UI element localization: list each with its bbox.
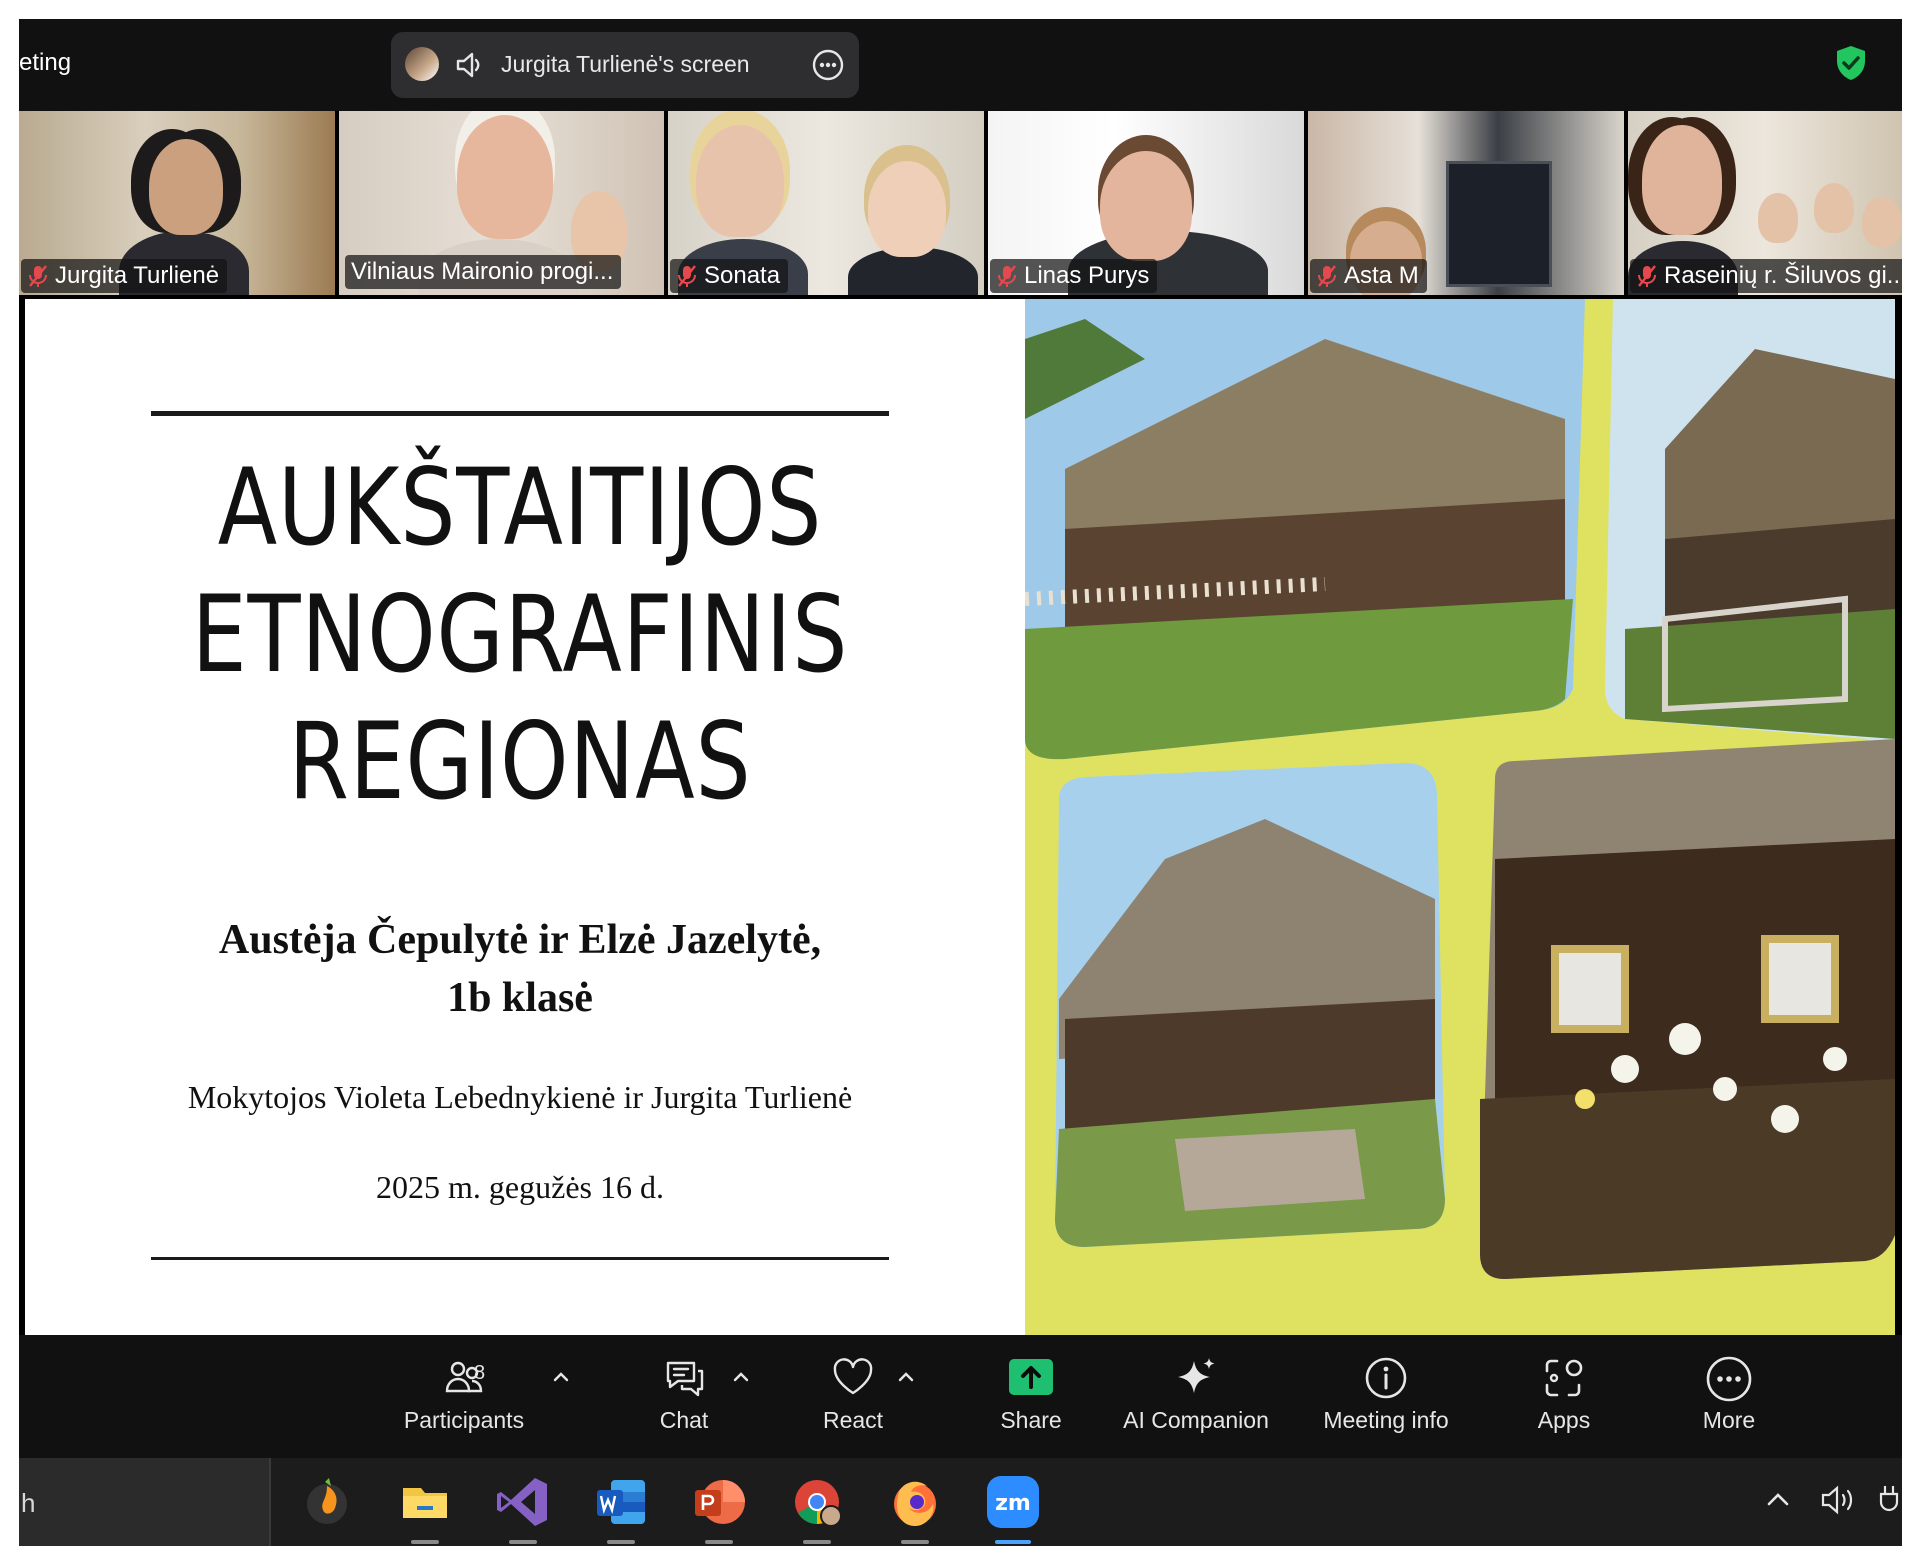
power-plug-icon[interactable] xyxy=(1877,1484,1902,1516)
taskbar-search-text: h xyxy=(21,1488,36,1518)
ai-sparkle-icon xyxy=(1178,1358,1215,1393)
participant-tile[interactable]: Raseinių r. Šiluvos gi... xyxy=(1628,111,1902,295)
participant-name: Jurgita Turlienė xyxy=(55,262,220,289)
participant-name-tag: Vilniaus Maironio progi... xyxy=(345,255,622,289)
slide-authors: Austėja Čepulytė ir Elzė Jazelytė, 1b kl… xyxy=(85,911,955,1027)
ai-companion-button[interactable]: AI Companion xyxy=(1106,1349,1286,1449)
muted-mic-icon xyxy=(1638,265,1656,287)
participant-tile[interactable]: Jurgita Turlienė xyxy=(19,111,335,295)
firefox-icon[interactable] xyxy=(885,1472,945,1544)
slide-class-line: 1b klasė xyxy=(447,975,593,1021)
participants-label: Participants xyxy=(403,1407,525,1433)
meeting-controls-toolbar: Participants 8 Chat React Share AI Compa… xyxy=(19,1335,1902,1458)
taskbar-search-box[interactable]: h xyxy=(19,1458,271,1546)
show-hidden-icons-chevron-icon[interactable] xyxy=(1763,1484,1793,1514)
slide-title-line: AUKŠTAITIJOS xyxy=(217,446,823,569)
share-title: Jurgita Turlienė's screen xyxy=(501,51,750,77)
farmhouse-photo-collage xyxy=(1025,299,1895,1335)
collage-photo xyxy=(1055,763,1445,1247)
more-icon xyxy=(1706,1356,1752,1402)
slide-title-line: REGIONAS xyxy=(288,700,752,823)
slide-authors-line: Austėja Čepulytė ir Elzė Jazelytė, xyxy=(218,917,822,963)
participants-count: 8 xyxy=(474,1362,486,1384)
participant-name-tag: Jurgita Turlienė xyxy=(21,259,228,293)
zoom-icon[interactable]: zm xyxy=(983,1472,1043,1544)
collage-photo xyxy=(1025,299,1585,760)
participant-name-tag: Raseinių r. Šiluvos gi... xyxy=(1630,259,1902,293)
windows-taskbar: h zm xyxy=(19,1458,1902,1546)
meeting-info-label: Meeting info xyxy=(1323,1407,1449,1433)
apps-label: Apps xyxy=(1537,1407,1591,1433)
muted-mic-icon xyxy=(1318,265,1336,287)
screen-share-banner[interactable]: Jurgita Turlienė's screen xyxy=(391,32,859,98)
react-menu-caret-icon[interactable] xyxy=(896,1369,916,1383)
presenter-avatar xyxy=(405,47,439,81)
volume-icon[interactable] xyxy=(1819,1484,1859,1516)
participant-name: Sonata xyxy=(704,262,781,289)
collage-photo xyxy=(1480,739,1895,1279)
muted-mic-icon xyxy=(678,265,696,287)
svg-text:zm: zm xyxy=(995,1491,1031,1516)
participant-name: Asta M xyxy=(1344,262,1419,289)
chat-label: Chat xyxy=(659,1407,709,1433)
participant-tile[interactable]: Asta M xyxy=(1308,111,1624,295)
word-icon[interactable] xyxy=(591,1472,651,1544)
chat-button[interactable]: Chat xyxy=(594,1349,774,1449)
participants-button[interactable]: Participants xyxy=(374,1349,554,1449)
apps-button[interactable]: Apps xyxy=(1474,1349,1654,1449)
zoom-window: eting Jurgita Turlienė's screen Jurgita … xyxy=(19,19,1902,1546)
chat-menu-caret-icon[interactable] xyxy=(731,1369,751,1383)
slide-title-line: ETNOGRAFINIS xyxy=(191,573,849,696)
more-options-icon[interactable] xyxy=(811,48,845,82)
share-label: Share xyxy=(1000,1407,1062,1433)
powerpoint-icon[interactable] xyxy=(689,1472,749,1544)
react-button[interactable]: React xyxy=(763,1349,943,1449)
info-icon xyxy=(1365,1357,1407,1399)
participants-menu-caret-icon[interactable] xyxy=(551,1369,571,1383)
slide-top-rule xyxy=(151,411,889,416)
meeting-info-button[interactable]: Meeting info xyxy=(1296,1349,1476,1449)
slide-date: 2025 m. gegužės 16 d. xyxy=(376,1169,664,1205)
security-shield-icon[interactable] xyxy=(1831,43,1871,83)
apps-icon xyxy=(1545,1359,1583,1397)
collage-photo xyxy=(1605,299,1895,743)
share-screen-icon xyxy=(1009,1359,1053,1395)
shared-screen-slide: AUKŠTAITIJOS ETNOGRAFINIS REGIONAS Austė… xyxy=(25,299,1895,1335)
ai-companion-label: AI Companion xyxy=(1123,1407,1269,1433)
muted-mic-icon xyxy=(998,265,1016,287)
participant-tile-active-speaker[interactable]: Vilniaus Maironio progi... xyxy=(339,111,664,295)
window-title: eting xyxy=(19,49,72,76)
chrome-icon[interactable] xyxy=(787,1472,847,1544)
participant-strip: Jurgita Turlienė Vilniaus Maironio progi… xyxy=(19,111,1902,295)
participant-name: Vilniaus Maironio progi... xyxy=(351,258,614,285)
participant-tile[interactable]: Sonata xyxy=(668,111,984,295)
speaker-icon[interactable] xyxy=(455,51,485,79)
slide-title: AUKŠTAITIJOS ETNOGRAFINIS REGIONAS xyxy=(163,444,876,825)
participant-name-tag: Asta M xyxy=(1310,259,1427,293)
fl-studio-icon[interactable] xyxy=(297,1472,357,1532)
heart-icon xyxy=(833,1358,873,1395)
slide-bottom-rule xyxy=(151,1257,889,1260)
share-screen-button[interactable]: Share xyxy=(941,1349,1121,1449)
react-label: React xyxy=(822,1407,884,1433)
participant-name: Linas Purys xyxy=(1024,262,1150,289)
visual-studio-icon[interactable] xyxy=(493,1472,553,1544)
participant-name-tag: Sonata xyxy=(670,259,789,293)
meeting-top-bar: eting Jurgita Turlienė's screen xyxy=(19,19,1902,111)
participant-name: Raseinių r. Šiluvos gi... xyxy=(1664,262,1902,289)
slide-teachers: Mokytojos Violeta Lebednykienė ir Jurgit… xyxy=(187,1079,853,1115)
more-label: More xyxy=(1702,1407,1756,1433)
chat-icon xyxy=(666,1361,704,1397)
participant-tile[interactable]: Linas Purys xyxy=(988,111,1304,295)
participant-name-tag: Linas Purys xyxy=(990,259,1158,293)
more-button[interactable]: More xyxy=(1639,1349,1819,1449)
file-explorer-icon[interactable] xyxy=(395,1472,455,1544)
muted-mic-icon xyxy=(29,265,47,287)
